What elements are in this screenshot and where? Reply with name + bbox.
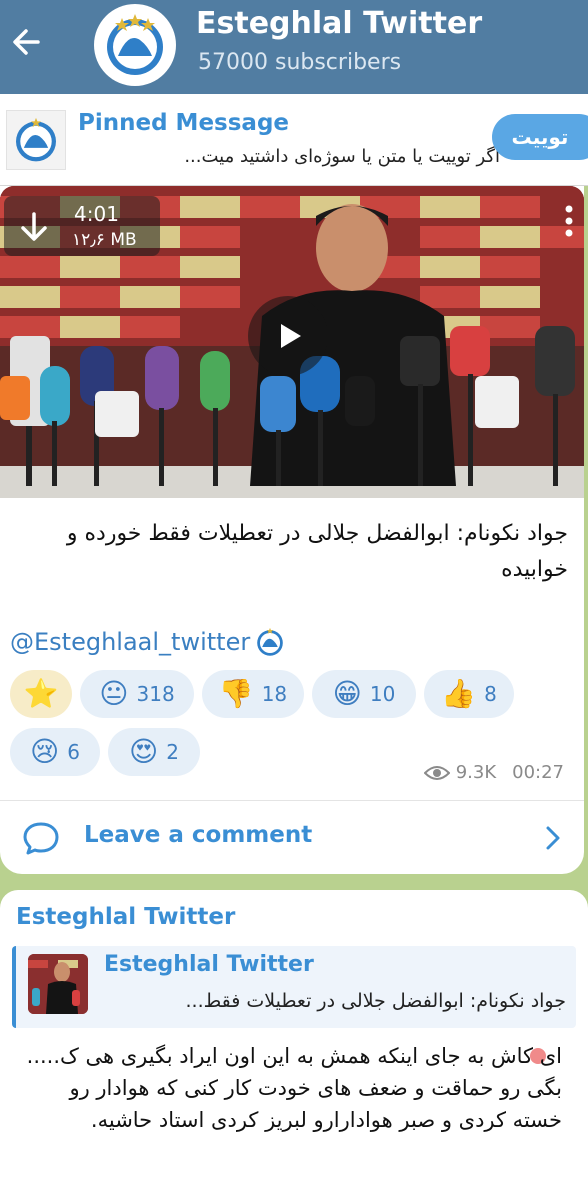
reaction-count: 6 — [67, 740, 80, 764]
tweet-button[interactable]: توییت — [492, 114, 588, 160]
post-meta: 9.3K 00:27 — [423, 762, 564, 783]
pinned-title: Pinned Message — [78, 110, 290, 136]
reaction-neutral[interactable]: 😐 318 — [80, 670, 194, 718]
comment-text: ای کاش به جای اینکه همش به این اون ایراد… — [26, 1044, 562, 1132]
star-icon: ⭐ — [23, 677, 59, 710]
download-badge[interactable]: 4:01 ۱۲٫۶ MB — [4, 196, 160, 256]
reaction-count: 10 — [369, 682, 396, 706]
more-options-icon[interactable] — [564, 204, 574, 238]
reaction-thumbs-down[interactable]: 👎 18 — [202, 670, 304, 718]
esteghlal-logo-icon — [107, 14, 163, 75]
reaction-star[interactable]: ⭐ — [10, 670, 72, 718]
channel-header: Esteghlal Twitter 57000 subscribers — [0, 0, 588, 94]
comment-bubble-icon — [23, 822, 59, 855]
grinning-face-icon: 😁 — [332, 677, 362, 710]
reaction-thumbs-up[interactable]: 👍 8 — [424, 670, 514, 718]
reaction-count: 8 — [484, 682, 497, 706]
post-caption: جواد نکونام: ابوالفضل جلالی در تعطیلات ف… — [66, 521, 568, 582]
reaction-count: 318 — [136, 682, 175, 706]
divider — [0, 800, 584, 801]
channel-handle-link[interactable]: @Esteghlaal_twitter — [10, 628, 250, 656]
pinned-message-bar[interactable]: Pinned Message اگر توییت یا متن یا سوژه‌… — [0, 94, 588, 186]
reaction-heart-eyes[interactable]: 😍 2 — [108, 728, 200, 776]
reaction-grin[interactable]: 😁 10 — [312, 670, 416, 718]
play-button[interactable] — [248, 296, 328, 376]
pinned-thumbnail — [6, 110, 66, 170]
video-size: ۱۲٫۶ MB — [72, 230, 137, 250]
channel-handle-row: @Esteghlaal_twitter — [10, 622, 286, 662]
video-thumbnail[interactable]: 4:01 ۱۲٫۶ MB — [0, 186, 584, 498]
thumbs-down-icon: 👎 — [218, 677, 254, 710]
back-arrow-icon[interactable] — [8, 22, 48, 62]
reply-author: Esteghlal Twitter — [104, 952, 314, 977]
comment-author[interactable]: Esteghlal Twitter — [16, 904, 235, 930]
pinned-text: اگر توییت یا متن یا سوژه‌ای داشتید میت..… — [184, 146, 500, 167]
esteghlal-logo-icon — [16, 117, 56, 162]
channel-title[interactable]: Esteghlal Twitter — [196, 6, 482, 41]
leave-comment-label: Leave a comment — [84, 822, 313, 848]
view-count: 9.3K — [455, 762, 497, 783]
post-time: 00:27 — [512, 762, 564, 783]
chevron-right-icon — [546, 826, 560, 850]
download-icon — [21, 212, 47, 241]
channel-avatar[interactable] — [94, 4, 176, 86]
reply-text: جواد نکونام: ابوالفضل جلالی در تعطیلات ف… — [185, 990, 567, 1012]
esteghlal-logo-icon — [257, 627, 284, 656]
neutral-face-icon: 😐 — [99, 677, 129, 710]
reply-thumbnail — [28, 954, 88, 1014]
channel-post: 4:01 ۱۲٫۶ MB جواد نکونام: ابوالفضل جلالی… — [0, 186, 584, 874]
reply-preview[interactable]: Esteghlal Twitter جواد نکونام: ابوالفضل … — [12, 946, 576, 1028]
reaction-count: 18 — [261, 682, 288, 706]
reaction-crying[interactable]: 😢 6 — [10, 728, 100, 776]
thumbs-up-icon: 👍 — [441, 677, 477, 710]
leave-comment-button[interactable]: Leave a comment — [0, 802, 584, 874]
reaction-count: 2 — [166, 740, 179, 764]
eye-icon — [423, 765, 450, 780]
subscriber-count: 57000 subscribers — [198, 50, 402, 75]
play-icon — [281, 324, 301, 348]
crying-face-icon: 😢 — [30, 735, 60, 768]
comment-message: Esteghlal Twitter Esteghlal Twitter جواد… — [0, 890, 588, 1200]
heart-eyes-icon: 😍 — [129, 735, 159, 768]
video-duration: 4:01 — [74, 202, 119, 226]
